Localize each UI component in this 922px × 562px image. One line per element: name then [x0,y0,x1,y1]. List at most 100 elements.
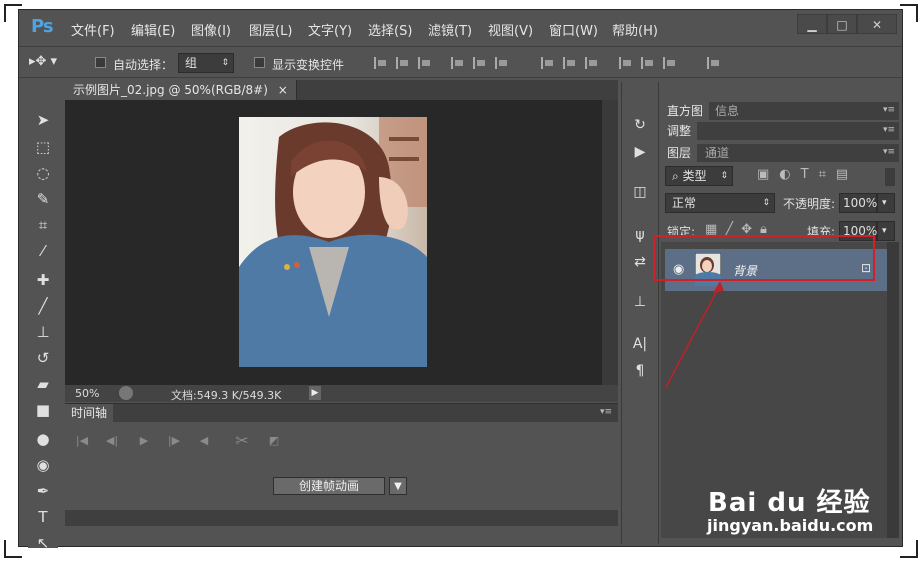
menu-filter[interactable]: 滤镜(T) [428,20,472,39]
audio-icon[interactable]: ◀ [193,434,215,450]
chevron-down-icon[interactable]: ▾ [877,221,895,241]
chevron-down-icon[interactable]: ▼ [389,477,407,495]
menu-view[interactable]: 视图(V) [488,20,533,39]
status-menu-arrow-icon[interactable]: ▶ [309,386,321,400]
crop-icon[interactable]: ⌗ [32,214,54,236]
align-bottom-icon[interactable] [418,57,432,69]
create-frame-animation-button[interactable]: 创建帧动画 [273,477,385,495]
blur-icon[interactable]: ● [32,428,54,450]
menu-file[interactable]: 文件(F) [71,20,115,39]
play-icon[interactable]: ▶ [133,434,155,450]
brush-icon[interactable]: ╱ [32,295,54,317]
menu-edit[interactable]: 编辑(E) [131,20,175,39]
panel-menu-icon[interactable]: ▾≡ [883,105,895,115]
move-tool-preset-icon[interactable]: ▸✥ ▾ [29,54,57,69]
tab-layers[interactable]: 图层 [661,144,698,162]
marquee-icon[interactable]: ⬚ [32,136,54,158]
first-frame-icon[interactable]: |◀ [71,434,93,450]
canvas-vertical-scrollbar[interactable] [602,100,618,385]
minimize-button[interactable]: ▁ [797,14,827,34]
paragraph-icon[interactable]: ¶ [630,361,650,381]
menu-image[interactable]: 图像(I) [191,20,231,39]
layer-kind-filter[interactable]: ⌕ 类型 ⇕ [665,166,733,186]
healing-brush-icon[interactable]: ✚ [32,269,54,291]
distribute-right-icon[interactable] [663,57,677,69]
canvas-area[interactable] [65,100,602,385]
menu-bar: Ps 文件(F) 编辑(E) 图像(I) 图层(L) 文字(Y) 选择(S) 滤… [19,10,902,46]
menu-select[interactable]: 选择(S) [368,20,412,39]
align-right-icon[interactable] [495,57,509,69]
tab-adjustments[interactable]: 调整 [661,122,698,140]
pen-icon[interactable]: ✒ [32,480,54,502]
path-select-icon[interactable]: ↖ [32,532,54,554]
eraser-icon[interactable]: ▰ [32,373,54,395]
tools-panel: ➤ ⬚ ◌ ✎ ⌗ ⁄ ✚ ╱ ⊥ ↺ ▰ ■ ● ◉ ✒ T ↖ [28,83,58,552]
layers-scrollbar[interactable] [887,242,899,538]
blend-mode-dropdown[interactable]: 正常 ⇕ [665,193,775,213]
distribute-hcenter-icon[interactable] [641,57,655,69]
menu-help[interactable]: 帮助(H) [612,20,658,39]
panel-menu-icon[interactable]: ▾≡ [600,407,612,417]
menu-type[interactable]: 文字(Y) [308,20,352,39]
auto-align-icon[interactable] [707,57,721,69]
clone-source-icon[interactable]: ⊥ [630,292,650,312]
corner-mark [900,4,918,22]
timeline-footer [65,510,618,526]
move-tool-icon[interactable]: ➤ [32,109,54,131]
zoom-level[interactable]: 50% [75,387,99,400]
restore-button[interactable]: □ [827,14,857,34]
zoom-icon[interactable] [119,386,133,400]
corner-mark [900,540,918,558]
scissors-icon[interactable]: ✂ [231,431,253,450]
document-tabbar: 示例图片_02.jpg @ 50%(RGB/8#) × [65,80,618,100]
timeline-tab[interactable]: 时间轴 [65,404,114,422]
eyedropper-icon[interactable]: ⁄ [32,240,54,262]
layer-filter-icons[interactable]: ▣◐T⌗▤ [757,167,858,182]
chevron-updown-icon: ⇕ [720,171,728,181]
align-top-icon[interactable] [374,57,388,69]
align-vcenter-icon[interactable] [396,57,410,69]
show-transform-checkbox[interactable] [254,57,265,68]
distribute-top-icon[interactable] [541,57,555,69]
distribute-left-icon[interactable] [619,57,633,69]
gradient-icon[interactable]: ■ [32,399,54,421]
3d-icon[interactable]: ◫ [630,182,650,202]
character-icon[interactable]: A| [630,334,650,354]
lasso-icon[interactable]: ◌ [32,162,54,184]
tab-close-icon[interactable]: × [278,83,288,97]
panel-menu-icon[interactable]: ▾≡ [883,147,895,157]
stamp-icon[interactable]: ⊥ [32,321,54,343]
menu-layer[interactable]: 图层(L) [249,20,292,39]
history-brush-icon[interactable]: ↺ [32,347,54,369]
actions-play-icon[interactable]: ▶ [630,142,650,162]
panel-menu-icon[interactable]: ▾≡ [883,125,895,135]
corner-mark [4,4,22,22]
close-button[interactable]: ✕ [857,14,897,34]
distribute-bottom-icon[interactable] [585,57,599,69]
tab-channels[interactable]: 通道 [699,144,735,162]
dodge-icon[interactable]: ◉ [32,454,54,476]
tab-info[interactable]: 信息 [709,102,745,120]
menu-window[interactable]: 窗口(W) [549,20,598,39]
auto-select-dropdown[interactable]: 组 ⇕ [178,53,234,73]
auto-select-value: 组 [185,56,198,70]
history-icon[interactable]: ↻ [630,115,650,135]
collapsed-panel-dock: ↻ ▶ ◫ ψ ⇄ ⊥ A| ¶ [621,82,659,544]
distribute-vcenter-icon[interactable] [563,57,577,69]
filter-toggle[interactable] [885,168,895,186]
type-icon[interactable]: T [32,506,54,528]
align-left-icon[interactable] [451,57,465,69]
quick-select-icon[interactable]: ✎ [32,188,54,210]
tab-histogram[interactable]: 直方图 [661,102,710,120]
chevron-down-icon[interactable]: ▾ [877,193,895,213]
next-frame-icon[interactable]: |▶ [163,434,185,450]
search-icon: ⌕ [672,169,683,183]
prev-frame-icon[interactable]: ◀| [101,434,123,450]
opacity-field[interactable]: 100% [839,193,877,213]
document-tab[interactable]: 示例图片_02.jpg @ 50%(RGB/8#) × [65,80,297,100]
transition-icon[interactable]: ◩ [263,434,285,450]
tool-presets-icon[interactable]: ⇄ [630,252,650,272]
align-hcenter-icon[interactable] [473,57,487,69]
brush-presets-icon[interactable]: ψ [630,225,650,245]
auto-select-checkbox[interactable] [95,57,106,68]
